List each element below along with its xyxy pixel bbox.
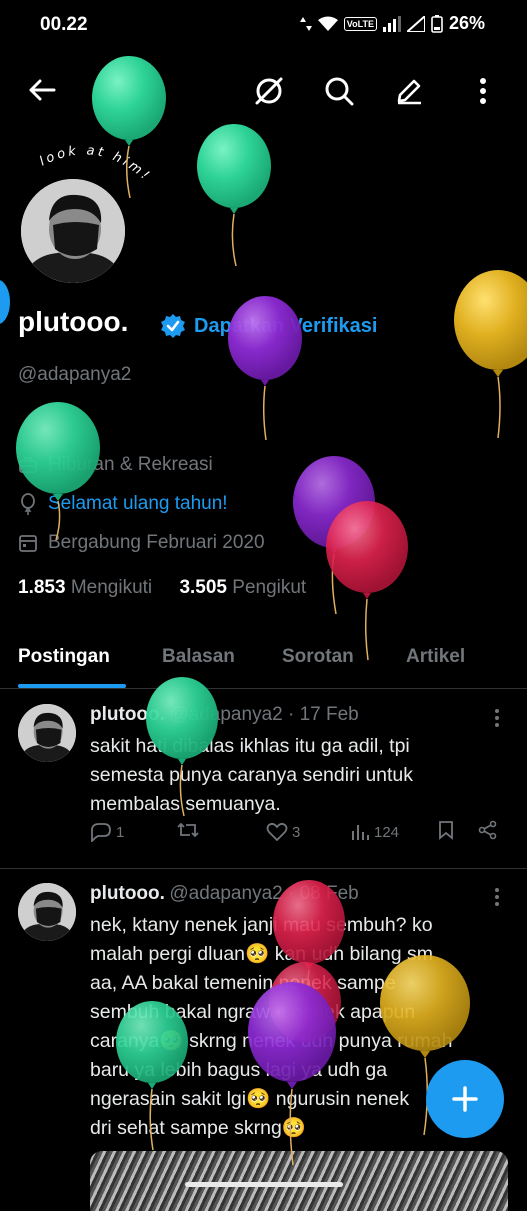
followers-count: 3.505 [179,577,227,598]
joined-row: Bergabung Februari 2020 [18,532,265,554]
signal-icon [382,15,401,32]
post-text-line: dri sehat sampe skrng🥺 [90,1117,307,1139]
reply-count: 1 [116,823,125,841]
post-text-line: sakit hati dibalas ikhlas itu ga adil, t… [90,735,410,757]
repost-icon [177,822,199,838]
back-button[interactable] [24,72,60,108]
home-indicator[interactable] [185,1182,343,1187]
post-author-name[interactable]: plutooo. [90,704,165,725]
like-count: 3 [292,823,301,841]
pencil-icon [397,79,421,105]
post-1[interactable]: plutooo. @adapanya2 · 17 Feb sakit hati … [0,690,527,868]
status-bar: 00.22 VoLTE 26% [0,0,527,52]
birthday-link[interactable]: Selamat ulang tahun! [48,493,228,515]
briefcase-icon [19,457,37,473]
follow-stats: 1.853 Mengikuti 3.505 Pengikut [18,577,306,599]
volte-badge: VoLTE [343,16,377,31]
tab-artikel[interactable]: Artikel [406,646,465,668]
post-more-icon[interactable] [494,708,500,728]
post-2[interactable]: plutooo. @adapanya2 · 08 Feb nek, ktany … [0,869,527,1211]
reply-icon [91,823,111,842]
post-text-line: aa, AA bakal temenin nenek sampe [90,972,396,994]
battery-icon [431,14,443,33]
verified-badge-icon [161,314,185,338]
following-link[interactable]: 1.853 Mengikuti [18,577,152,598]
category-row: Hiburan & Rekreasi [18,454,213,476]
post-text: nek, ktany nenek janji mau sembuh? ko ma… [90,911,453,1143]
balloon-yellow [454,270,527,439]
post-text: sakit hati dibalas ikhlas itu ga adil, t… [90,732,413,819]
wifi-icon [317,16,338,31]
followers-label: Pengikut [232,577,307,598]
post-more-icon[interactable] [494,887,500,907]
view-count: 124 [374,823,400,841]
avatar-photo [21,179,125,283]
compose-post-button[interactable] [426,1060,504,1138]
grok-icon [255,77,283,105]
birthday-row: Selamat ulang tahun! [18,493,228,515]
back-arrow-icon [29,79,56,101]
post-author-name[interactable]: plutooo. [90,883,165,904]
display-name: plutooo. [18,306,129,337]
post-text-line: ngerasain sakit lgi🥺 ngurusin nenek [90,1088,410,1110]
post-media-image[interactable] [90,1151,508,1211]
post-text-line: malah pergi dluan🥺 kan udh bilang sm [90,943,433,965]
plus-icon [452,1086,478,1112]
category-text: Hiburan & Rekreasi [48,454,213,475]
vertical-dots-icon [480,78,486,104]
data-arrows-icon [299,16,312,31]
post-text-line: semesta punya caranya sendiri untuk [90,764,414,786]
post-avatar-photo [18,883,76,941]
search-button[interactable] [320,72,358,110]
calendar-icon [19,535,37,552]
profile-handle: @adapanya2 [18,364,132,385]
partial-blue-balloon [0,280,10,324]
share-icon [478,820,497,840]
tab-sorotan[interactable]: Sorotan [282,646,354,668]
post-meta: @adapanya2 · 08 Feb [169,883,359,904]
followers-link[interactable]: 3.505 Pengikut [179,577,306,598]
post-header: plutooo. @adapanya2 · 08 Feb [90,883,359,905]
following-label: Mengikuti [70,577,153,598]
status-time: 00.22 [40,14,88,35]
battery-percent: 26% [448,13,485,33]
profile-top-bar [0,60,527,120]
profile-tabs: Postingan Balasan Sorotan Artikel [0,640,527,689]
share-button[interactable] [478,820,498,844]
search-icon [325,77,354,106]
post-text-line: nek, ktany nenek janji mau sembuh? ko [90,914,433,936]
bookmark-button[interactable] [438,820,454,844]
post-text-line: sembuh bakal ngrawat nenek apapun [90,1001,416,1023]
views-button[interactable]: 124 [350,823,399,841]
post-header: plutooo. @adapanya2 · 17 Feb [90,704,359,726]
profile-avatar[interactable] [18,176,128,286]
balloon-icon [21,493,35,515]
more-options-button[interactable] [466,72,500,110]
like-button[interactable]: 3 [266,822,300,842]
status-icons: VoLTE 26% [299,13,485,34]
balloon-green [197,124,271,267]
grok-button[interactable] [250,72,288,110]
post-avatar-photo [18,704,76,762]
post-avatar[interactable] [18,883,76,941]
following-count: 1.853 [18,577,66,598]
joined-text: Bergabung Februari 2020 [48,532,265,553]
post-meta: @adapanya2 · 17 Feb [169,704,359,725]
tab-postingan[interactable]: Postingan [18,646,110,668]
post-avatar[interactable] [18,704,76,762]
tab-balasan[interactable]: Balasan [162,646,235,668]
heart-icon [266,822,288,842]
balloon-red [326,501,408,661]
signal-2-icon [406,15,425,32]
post-text-line: baru ya lebih bagus lagi ya udh ga [90,1059,388,1081]
reply-button[interactable]: 1 [90,822,124,842]
repost-button[interactable] [176,820,200,844]
bookmark-icon [439,821,453,840]
analytics-icon [352,825,369,840]
post-text-line: caranya🥺 skrng nenek udh punya rumah [90,1030,453,1052]
active-tab-indicator [18,684,126,688]
get-verified-link[interactable]: Dapatkan Verifikasi [194,315,377,338]
post-text-line: membalas semuanya. [90,793,281,815]
edit-button[interactable] [390,72,428,110]
